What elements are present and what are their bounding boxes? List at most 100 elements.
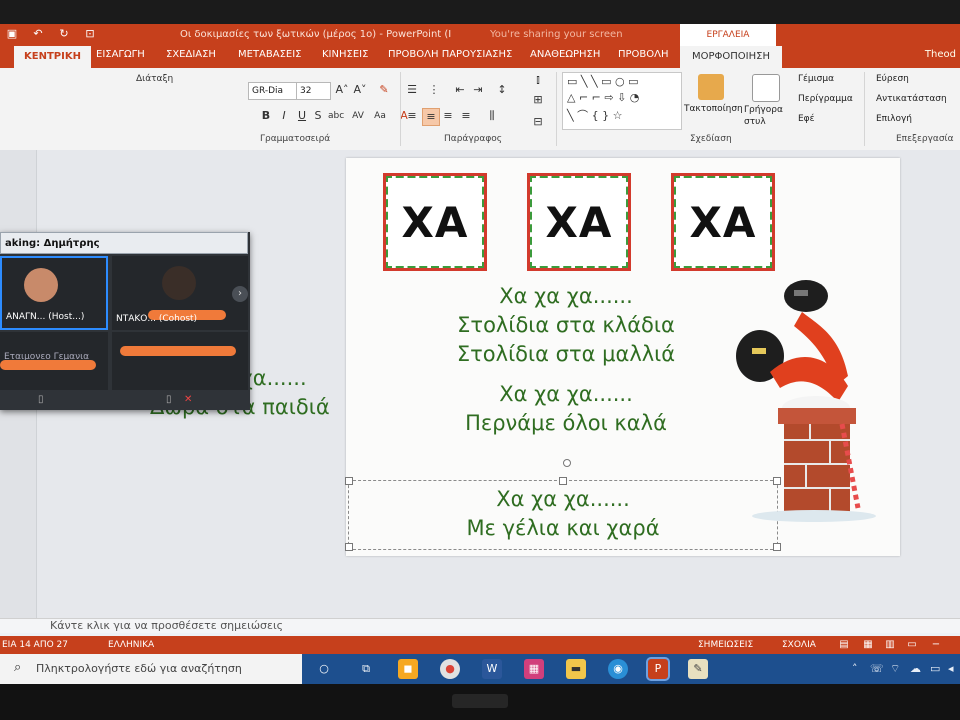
line-spacing-icon[interactable]: ↕	[494, 82, 510, 98]
font-size-select[interactable]: 32	[296, 82, 331, 100]
tab-view[interactable]: ΠΡΟΒΟΛΗ	[618, 49, 669, 60]
grow-font-icon[interactable]: A˄	[334, 82, 350, 98]
redo-icon[interactable]: ↻	[56, 27, 72, 41]
shape-effects-button[interactable]: Εφέ	[798, 114, 815, 124]
cortana-icon[interactable]: ○	[314, 659, 334, 679]
volume-icon[interactable]: ◂	[948, 662, 954, 675]
font-name-select[interactable]: GR-Dia	[248, 82, 297, 100]
user-name[interactable]: Theod	[925, 49, 956, 60]
verse-line: Χα χα χα......	[499, 284, 633, 308]
clear-formatting-icon[interactable]: ✎	[376, 82, 392, 98]
notes-pane[interactable]: Κάντε κλικ για να προσθέσετε σημειώσεις	[0, 618, 960, 633]
network-icon[interactable]: ⌔	[890, 662, 900, 676]
resize-handle[interactable]	[559, 477, 567, 485]
change-case-icon[interactable]: Aa	[372, 108, 388, 124]
reading-view-icon[interactable]: ▥	[884, 639, 896, 651]
taskbar-search[interactable]: ⌕ Πληκτρολογήστε εδώ για αναζήτηση	[0, 654, 302, 684]
select-button[interactable]: Επιλογή	[876, 114, 912, 124]
increase-indent-icon[interactable]: ⇥	[470, 82, 486, 98]
align-text-icon[interactable]: ⊞	[530, 92, 546, 108]
tab-design[interactable]: ΣΧΕΔΙΑΣΗ	[166, 49, 216, 60]
align-left-icon[interactable]: ≡	[404, 108, 420, 124]
shrink-font-icon[interactable]: A˅	[352, 82, 368, 98]
tab-slideshow[interactable]: ΠΡΟΒΟΛΗ ΠΑΡΟΥΣΙΑΣΗΣ	[388, 49, 512, 60]
columns-icon[interactable]: ⫼	[484, 108, 500, 124]
normal-view-icon[interactable]: ▤	[838, 639, 850, 651]
slide-canvas[interactable]: ΧΑ ΧΑ ΧΑ Χα χα χα...... Στολίδια στα κλά…	[345, 158, 900, 556]
zoom-app-icon[interactable]: ◉	[608, 659, 628, 679]
layout-button[interactable]: Διάταξη	[136, 74, 173, 84]
underline-icon[interactable]: U	[294, 108, 310, 124]
app-icon[interactable]: ▦	[524, 659, 544, 679]
tab-animations[interactable]: ΚΙΝΗΣΕΙΣ	[322, 49, 368, 60]
participant-tile[interactable]: Εταιμονεο Γεμανια	[0, 332, 108, 390]
verse-main[interactable]: Χα χα χα...... Στολίδια στα κλάδια Στολί…	[416, 282, 716, 369]
smartart-icon[interactable]: ⊟	[530, 114, 546, 130]
tab-home[interactable]: ΚΕΝΤΡΙΚΗ	[14, 46, 91, 68]
shape-outline-button[interactable]: Περίγραμμα	[798, 94, 853, 104]
tab-insert[interactable]: ΕΙΣΑΓΩΓΗ	[96, 49, 145, 60]
save-icon[interactable]: ▣	[4, 27, 20, 41]
battery-icon[interactable]: ▭	[930, 662, 940, 675]
verse-second[interactable]: Χα χα χα...... Περνάμε όλοι καλά	[416, 380, 716, 438]
replace-button[interactable]: Αντικατάσταση	[876, 94, 947, 104]
monitor-logo	[452, 694, 508, 708]
word-icon[interactable]: W	[482, 659, 502, 679]
tab-format[interactable]: ΜΟΡΦΟΠΟΙΗΣΗ	[680, 46, 782, 68]
meeting-participants-panel[interactable]: aking: Δημήτρης ΑΝΑΓΝ... (Host...) ΝΤΑΚΟ…	[0, 232, 250, 410]
text-direction-icon[interactable]: ⫾	[530, 72, 546, 88]
app-icon[interactable]: ✎	[688, 659, 708, 679]
participant-tile[interactable]: ΑΝΑΓΝ... (Host...)	[0, 256, 108, 330]
arrange-button[interactable]: Τακτοποίηση	[684, 104, 743, 114]
align-right-icon[interactable]: ≡	[440, 108, 456, 124]
slideshow-icon[interactable]: ⊡	[82, 27, 98, 41]
powerpoint-icon[interactable]: P	[646, 657, 670, 681]
language-indicator[interactable]: ΕΛΛΗΝΙΚΑ	[108, 640, 154, 650]
bold-icon[interactable]: B	[258, 108, 274, 124]
undo-icon[interactable]: ↶	[30, 27, 46, 41]
tray-app-icon[interactable]: ☏	[870, 662, 884, 675]
redaction-mark	[0, 360, 96, 370]
weather-icon[interactable]: ☁	[910, 662, 921, 675]
editing-group-label: Επεξεργασία	[896, 134, 954, 144]
ha-box[interactable]: ΧΑ	[527, 173, 631, 271]
task-view-icon[interactable]: ⧉	[356, 659, 376, 679]
bullets-icon[interactable]: ☰	[404, 82, 420, 98]
quick-styles-icon[interactable]	[752, 74, 780, 102]
ha-box[interactable]: ΧΑ	[383, 173, 487, 271]
shapes-gallery[interactable]: ▭ ╲ ╲ ▭ ○ ▭ △ ⌐ ⌐ ⇨ ⇩ ◔ ╲ ⌒ { } ☆	[562, 72, 682, 130]
file-explorer-icon[interactable]: ▬	[566, 659, 586, 679]
tray-expand-icon[interactable]: ˄	[852, 662, 858, 675]
resize-handle[interactable]	[345, 477, 353, 485]
slide-sorter-icon[interactable]: ▦	[862, 639, 874, 651]
shape-fill-button[interactable]: Γέμισμα	[798, 74, 834, 84]
resize-handle[interactable]	[345, 543, 353, 551]
comments-toggle[interactable]: ΣΧΟΛΙΑ	[782, 640, 816, 650]
char-spacing-icon[interactable]: AV	[350, 108, 366, 124]
strikethrough-icon[interactable]: abc	[328, 108, 344, 124]
align-center-icon[interactable]: ≡	[422, 108, 440, 126]
decrease-indent-icon[interactable]: ⇤	[452, 82, 468, 98]
tab-review[interactable]: ΑΝΑΘΕΩΡΗΣΗ	[530, 49, 600, 60]
store-icon[interactable]: ◼	[398, 659, 418, 679]
rotate-handle[interactable]	[563, 459, 571, 467]
zoom-out-icon[interactable]: −	[930, 639, 942, 651]
arrange-icon[interactable]	[698, 74, 724, 100]
resize-handle[interactable]	[773, 543, 781, 551]
numbering-icon[interactable]: ⋮	[426, 82, 442, 98]
justify-icon[interactable]: ≡	[458, 108, 474, 124]
ha-box[interactable]: ΧΑ	[671, 173, 775, 271]
verse-selected[interactable]: Χα χα χα...... Με γέλια και χαρά	[413, 485, 713, 543]
tab-transitions[interactable]: ΜΕΤΑΒΑΣΕΙΣ	[238, 49, 302, 60]
quick-styles-button[interactable]: Γρήγορα στυλ	[744, 104, 784, 128]
italic-icon[interactable]: I	[276, 108, 292, 124]
participant-tile[interactable]	[112, 332, 248, 390]
next-page-icon[interactable]: ›	[232, 286, 248, 302]
participant-tile[interactable]: ΝΤΑΚΟ... (Cohost)	[112, 256, 248, 330]
slideshow-view-icon[interactable]: ▭	[906, 639, 918, 651]
find-button[interactable]: Εύρεση	[876, 74, 909, 84]
shadow-icon[interactable]: S	[310, 108, 326, 124]
chrome-icon[interactable]: ●	[440, 659, 460, 679]
notes-toggle[interactable]: ΣΗΜΕΙΩΣΕΙΣ	[698, 640, 753, 650]
selected-text-box[interactable]: Χα χα χα...... Με γέλια και χαρά	[345, 459, 781, 551]
